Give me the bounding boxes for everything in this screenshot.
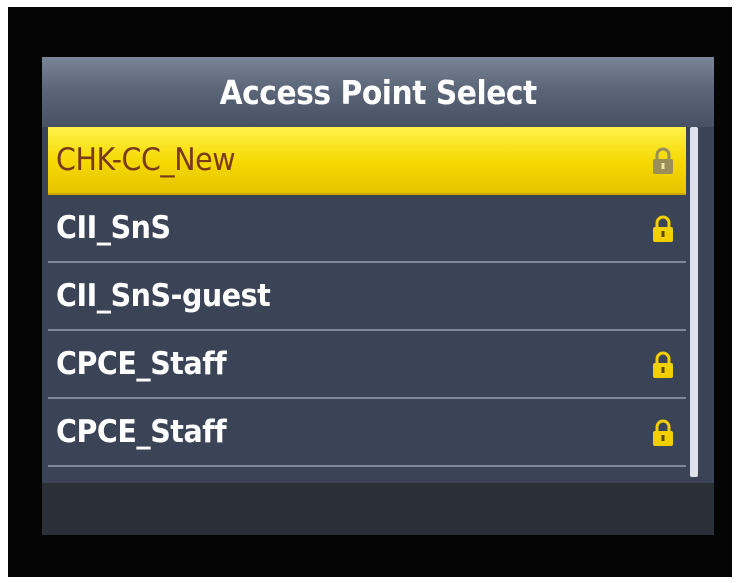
lock-icon bbox=[653, 351, 673, 378]
lock-icon bbox=[653, 419, 673, 446]
access-point-item[interactable]: CII_SnS bbox=[48, 195, 686, 263]
lock-icon bbox=[653, 215, 673, 242]
access-point-ssid: CII_SnS bbox=[56, 210, 171, 246]
lock-icon bbox=[653, 147, 673, 174]
access-point-ssid: CII_SnS-guest bbox=[56, 278, 271, 314]
title-bar: Access Point Select bbox=[42, 57, 714, 127]
bottom-bar bbox=[42, 483, 714, 535]
access-point-item[interactable]: CPCE_Staff bbox=[48, 399, 686, 467]
access-point-ssid: CHK-CC_New bbox=[56, 142, 236, 178]
access-point-item[interactable]: CHK-CC_New bbox=[48, 127, 686, 195]
access-point-item[interactable]: CPCE_Staff bbox=[48, 331, 686, 399]
access-point-item[interactable]: CII_SnS-guest bbox=[48, 263, 686, 331]
access-point-list: CHK-CC_New CII_SnS CII_SnS-guest CPCE_St… bbox=[48, 127, 686, 482]
access-point-ssid: CPCE_Staff bbox=[56, 346, 227, 382]
page-title: Access Point Select bbox=[219, 72, 537, 112]
scrollbar[interactable] bbox=[690, 127, 698, 477]
device-screen: Access Point Select CHK-CC_New CII_SnS C… bbox=[42, 57, 714, 535]
access-point-ssid: CPCE_Staff bbox=[56, 414, 227, 450]
